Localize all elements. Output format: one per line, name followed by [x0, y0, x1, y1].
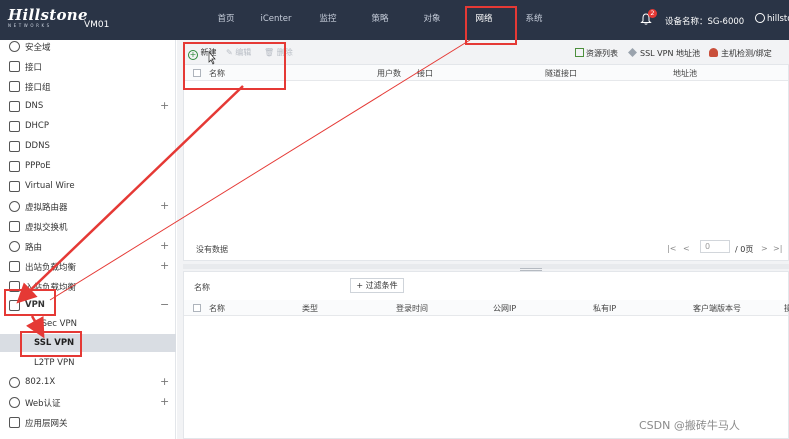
mouse-cursor-icon	[208, 51, 216, 65]
arrow-vpn-to-ssl	[25, 315, 45, 339]
arrow-new-to-vpn	[16, 85, 244, 304]
annotation-arrows	[16, 39, 471, 339]
arrow-network-to-vpn	[49, 39, 471, 301]
watermark: CSDN @搬砖牛马人	[639, 419, 740, 432]
